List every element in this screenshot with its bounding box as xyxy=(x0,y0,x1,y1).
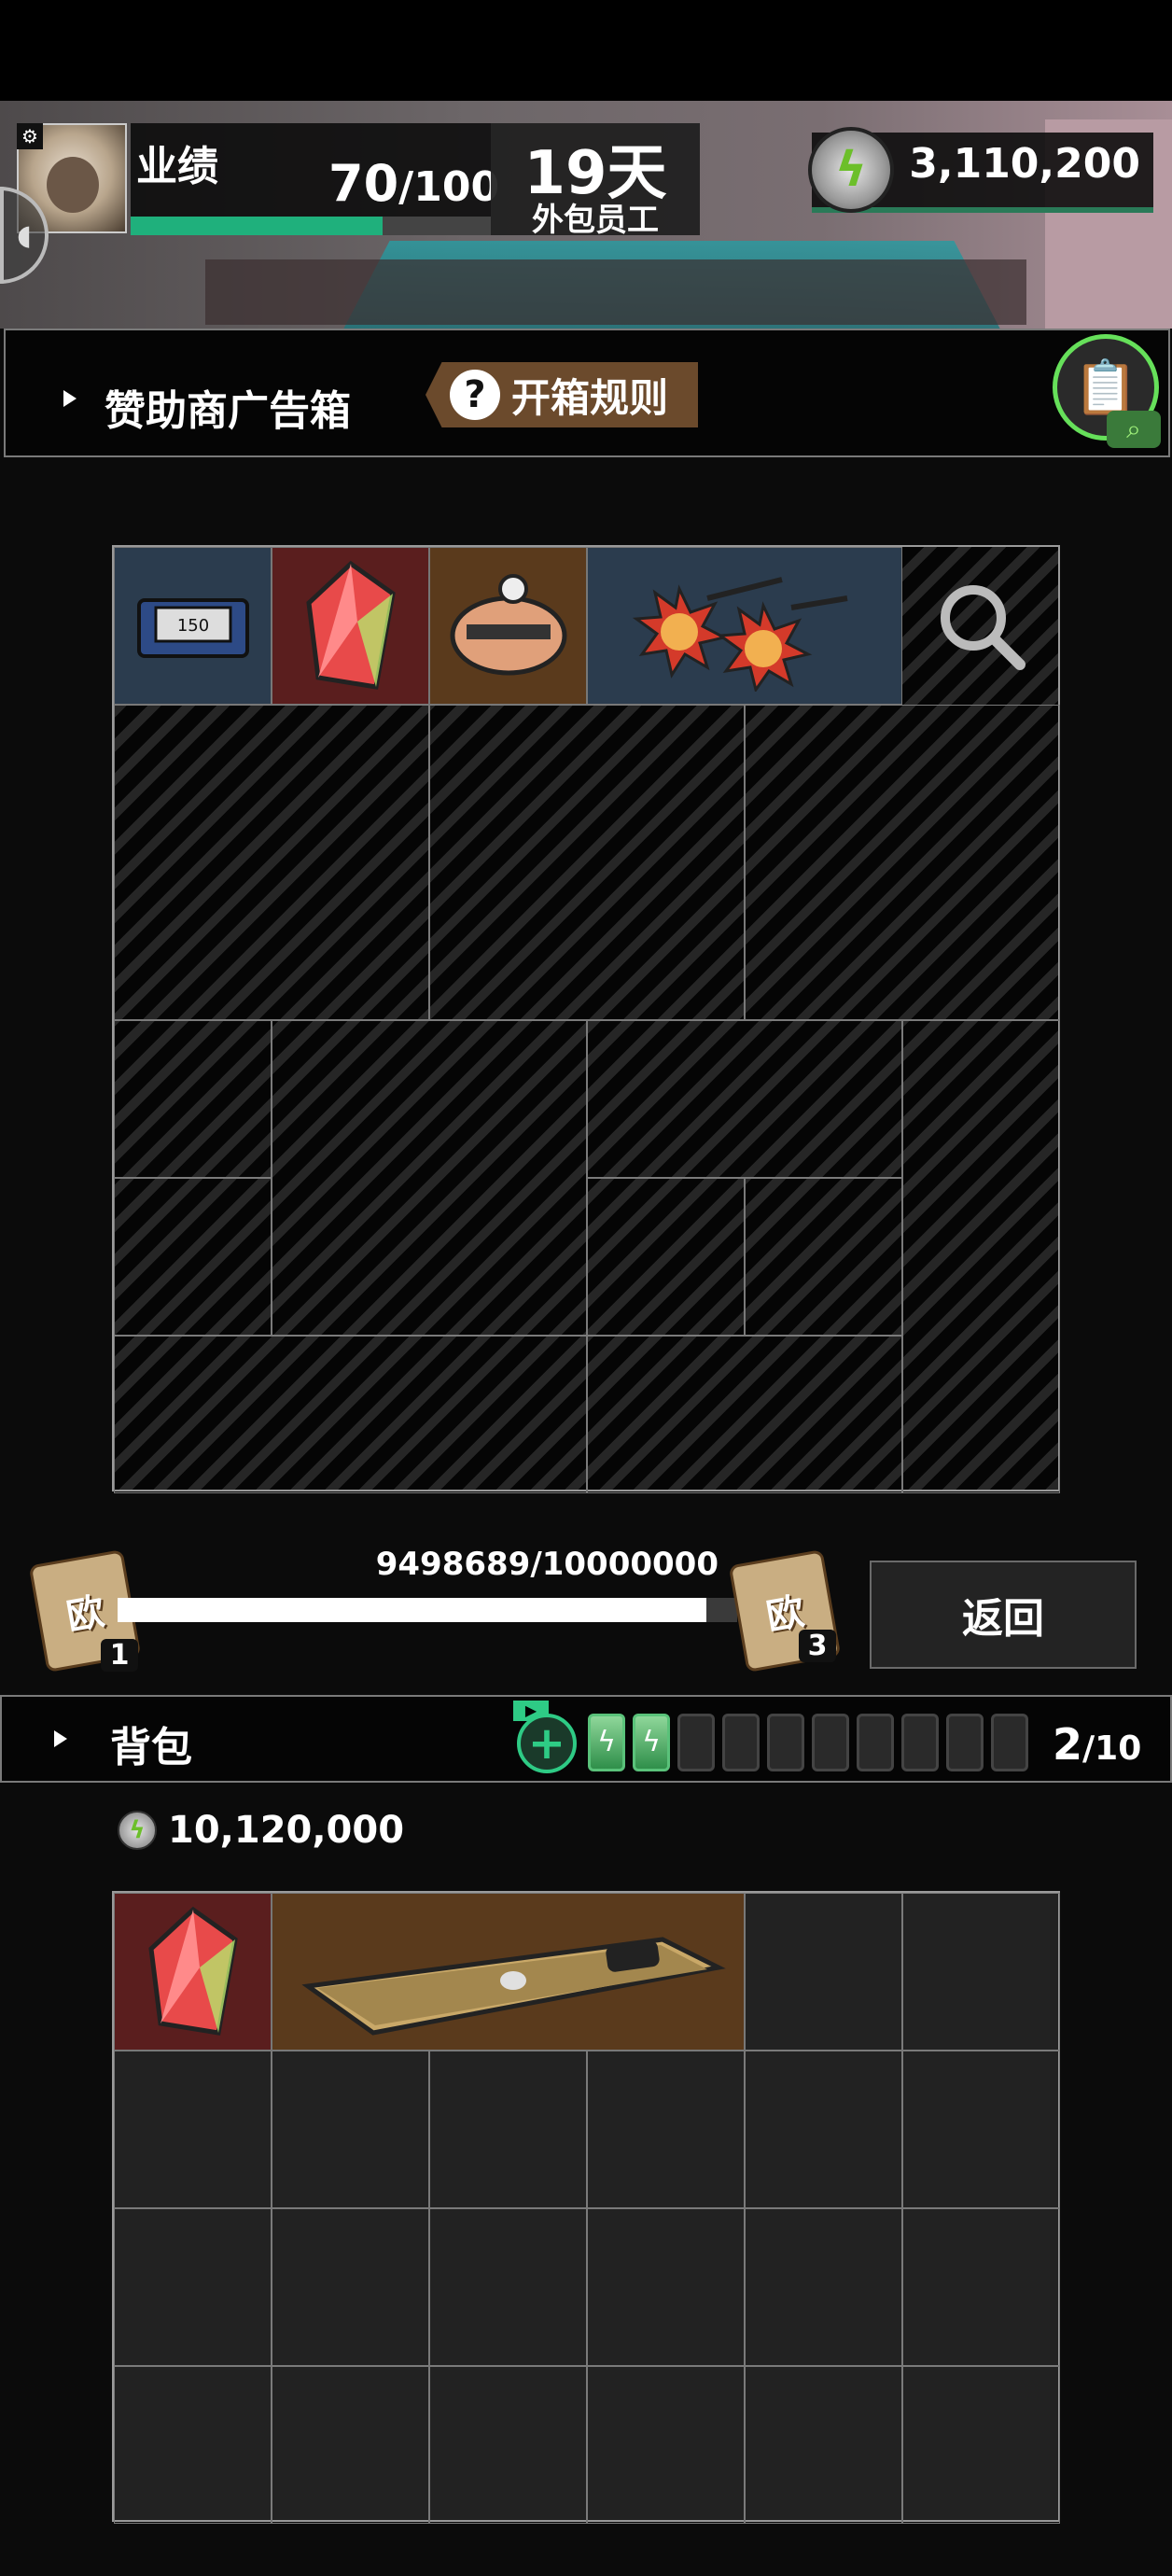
bag-slot[interactable] xyxy=(587,2366,745,2524)
expand-arrow-icon[interactable] xyxy=(63,390,77,407)
phone-icon[interactable] xyxy=(272,1893,745,2051)
performance-value: 70/100 xyxy=(328,154,500,213)
bag-slot[interactable] xyxy=(114,2366,272,2524)
bag-slot[interactable] xyxy=(587,2051,745,2208)
speaker-icon: ◖ xyxy=(17,218,32,252)
battery-empty-icon xyxy=(722,1714,760,1771)
bag-slot[interactable] xyxy=(272,2366,429,2524)
grid-slot xyxy=(272,1020,587,1336)
grid-slot xyxy=(587,1020,902,1178)
bag-slot[interactable] xyxy=(745,2208,902,2366)
bag-slot[interactable] xyxy=(272,2208,429,2366)
bag-slot[interactable] xyxy=(745,2051,902,2208)
battery-empty-icon xyxy=(812,1714,849,1771)
grid-slot xyxy=(745,1178,902,1336)
bag-slot[interactable] xyxy=(902,2051,1060,2208)
performance-label: 业绩 xyxy=(136,143,218,190)
energy-coin-icon: ϟ xyxy=(118,1811,157,1850)
add-battery-button[interactable]: + xyxy=(517,1714,577,1773)
battery-empty-icon xyxy=(767,1714,804,1771)
right-count: 3 xyxy=(799,1630,836,1662)
left-count: 1 xyxy=(101,1639,138,1672)
grid-slot xyxy=(745,705,1060,1020)
progress-bar-fill xyxy=(118,1598,706,1622)
crystal-icon[interactable] xyxy=(272,547,429,705)
bag-slot[interactable] xyxy=(114,2208,272,2366)
battery-empty-icon xyxy=(677,1714,715,1771)
bag-slot[interactable] xyxy=(902,1893,1060,2051)
svg-text:150: 150 xyxy=(176,616,208,636)
rules-label: 开箱规则 xyxy=(511,374,669,421)
grid-slot xyxy=(902,1020,1060,1493)
battery-empty-icon xyxy=(946,1714,984,1771)
grid-slot xyxy=(587,1336,902,1493)
grid-slot xyxy=(114,705,429,1020)
battery-full-icon: ϟ xyxy=(588,1714,625,1771)
bag-slot[interactable] xyxy=(587,2208,745,2366)
bag-title: 背包 xyxy=(110,1724,192,1771)
grid-slot xyxy=(587,1178,745,1336)
bag-slot[interactable] xyxy=(745,1893,902,2051)
search-icon[interactable] xyxy=(902,547,1060,705)
gear-icon[interactable]: ⚙ xyxy=(17,123,43,149)
memory-card-icon[interactable]: 150 xyxy=(114,547,272,705)
money-value: 10,120,000 xyxy=(168,1809,405,1852)
clipboard-icon: 📋 xyxy=(1073,357,1138,418)
grid-slot xyxy=(429,705,745,1020)
bag-slot[interactable] xyxy=(429,2208,587,2366)
box-grid: 150 xyxy=(112,545,1060,1493)
bag-slot[interactable] xyxy=(429,2051,587,2208)
performance-bar-fill xyxy=(131,217,384,235)
role-label: 外包员工 xyxy=(532,202,659,239)
bag-grid xyxy=(112,1891,1060,2524)
sponsor-title: 赞助商广告箱 xyxy=(105,387,351,435)
bag-slot[interactable] xyxy=(902,2208,1060,2366)
bag-slot[interactable] xyxy=(114,2051,272,2208)
bag-slot[interactable] xyxy=(272,2051,429,2208)
grid-slot xyxy=(114,1020,272,1178)
coin-value: 3,110,200 xyxy=(909,140,1140,188)
bag-slot[interactable] xyxy=(902,2366,1060,2524)
grid-slot xyxy=(114,1178,272,1336)
battery-empty-icon xyxy=(991,1714,1028,1771)
question-icon: ? xyxy=(450,370,500,420)
ball-mask-icon[interactable] xyxy=(429,547,587,705)
battery-full-icon: ϟ xyxy=(633,1714,670,1771)
grid-slot xyxy=(114,1336,587,1493)
back-button[interactable]: 返回 xyxy=(870,1561,1137,1669)
energy-coin-icon: ϟ xyxy=(808,127,894,213)
expand-arrow-icon[interactable] xyxy=(54,1730,67,1747)
bag-slot[interactable] xyxy=(429,2366,587,2524)
sun-glasses-icon[interactable] xyxy=(587,547,902,705)
bag-count: 2/10 xyxy=(1053,1719,1142,1770)
bag-slot[interactable] xyxy=(745,2366,902,2524)
progress-text: 9498689/10000000 xyxy=(375,1546,719,1583)
rules-button[interactable]: ? 开箱规则 xyxy=(426,362,698,427)
top-black-bar xyxy=(0,0,1172,101)
battery-empty-icon xyxy=(901,1714,939,1771)
search-icon: ⌕ xyxy=(1107,411,1161,448)
battery-empty-icon xyxy=(857,1714,894,1771)
crystal-icon[interactable] xyxy=(114,1893,272,2051)
